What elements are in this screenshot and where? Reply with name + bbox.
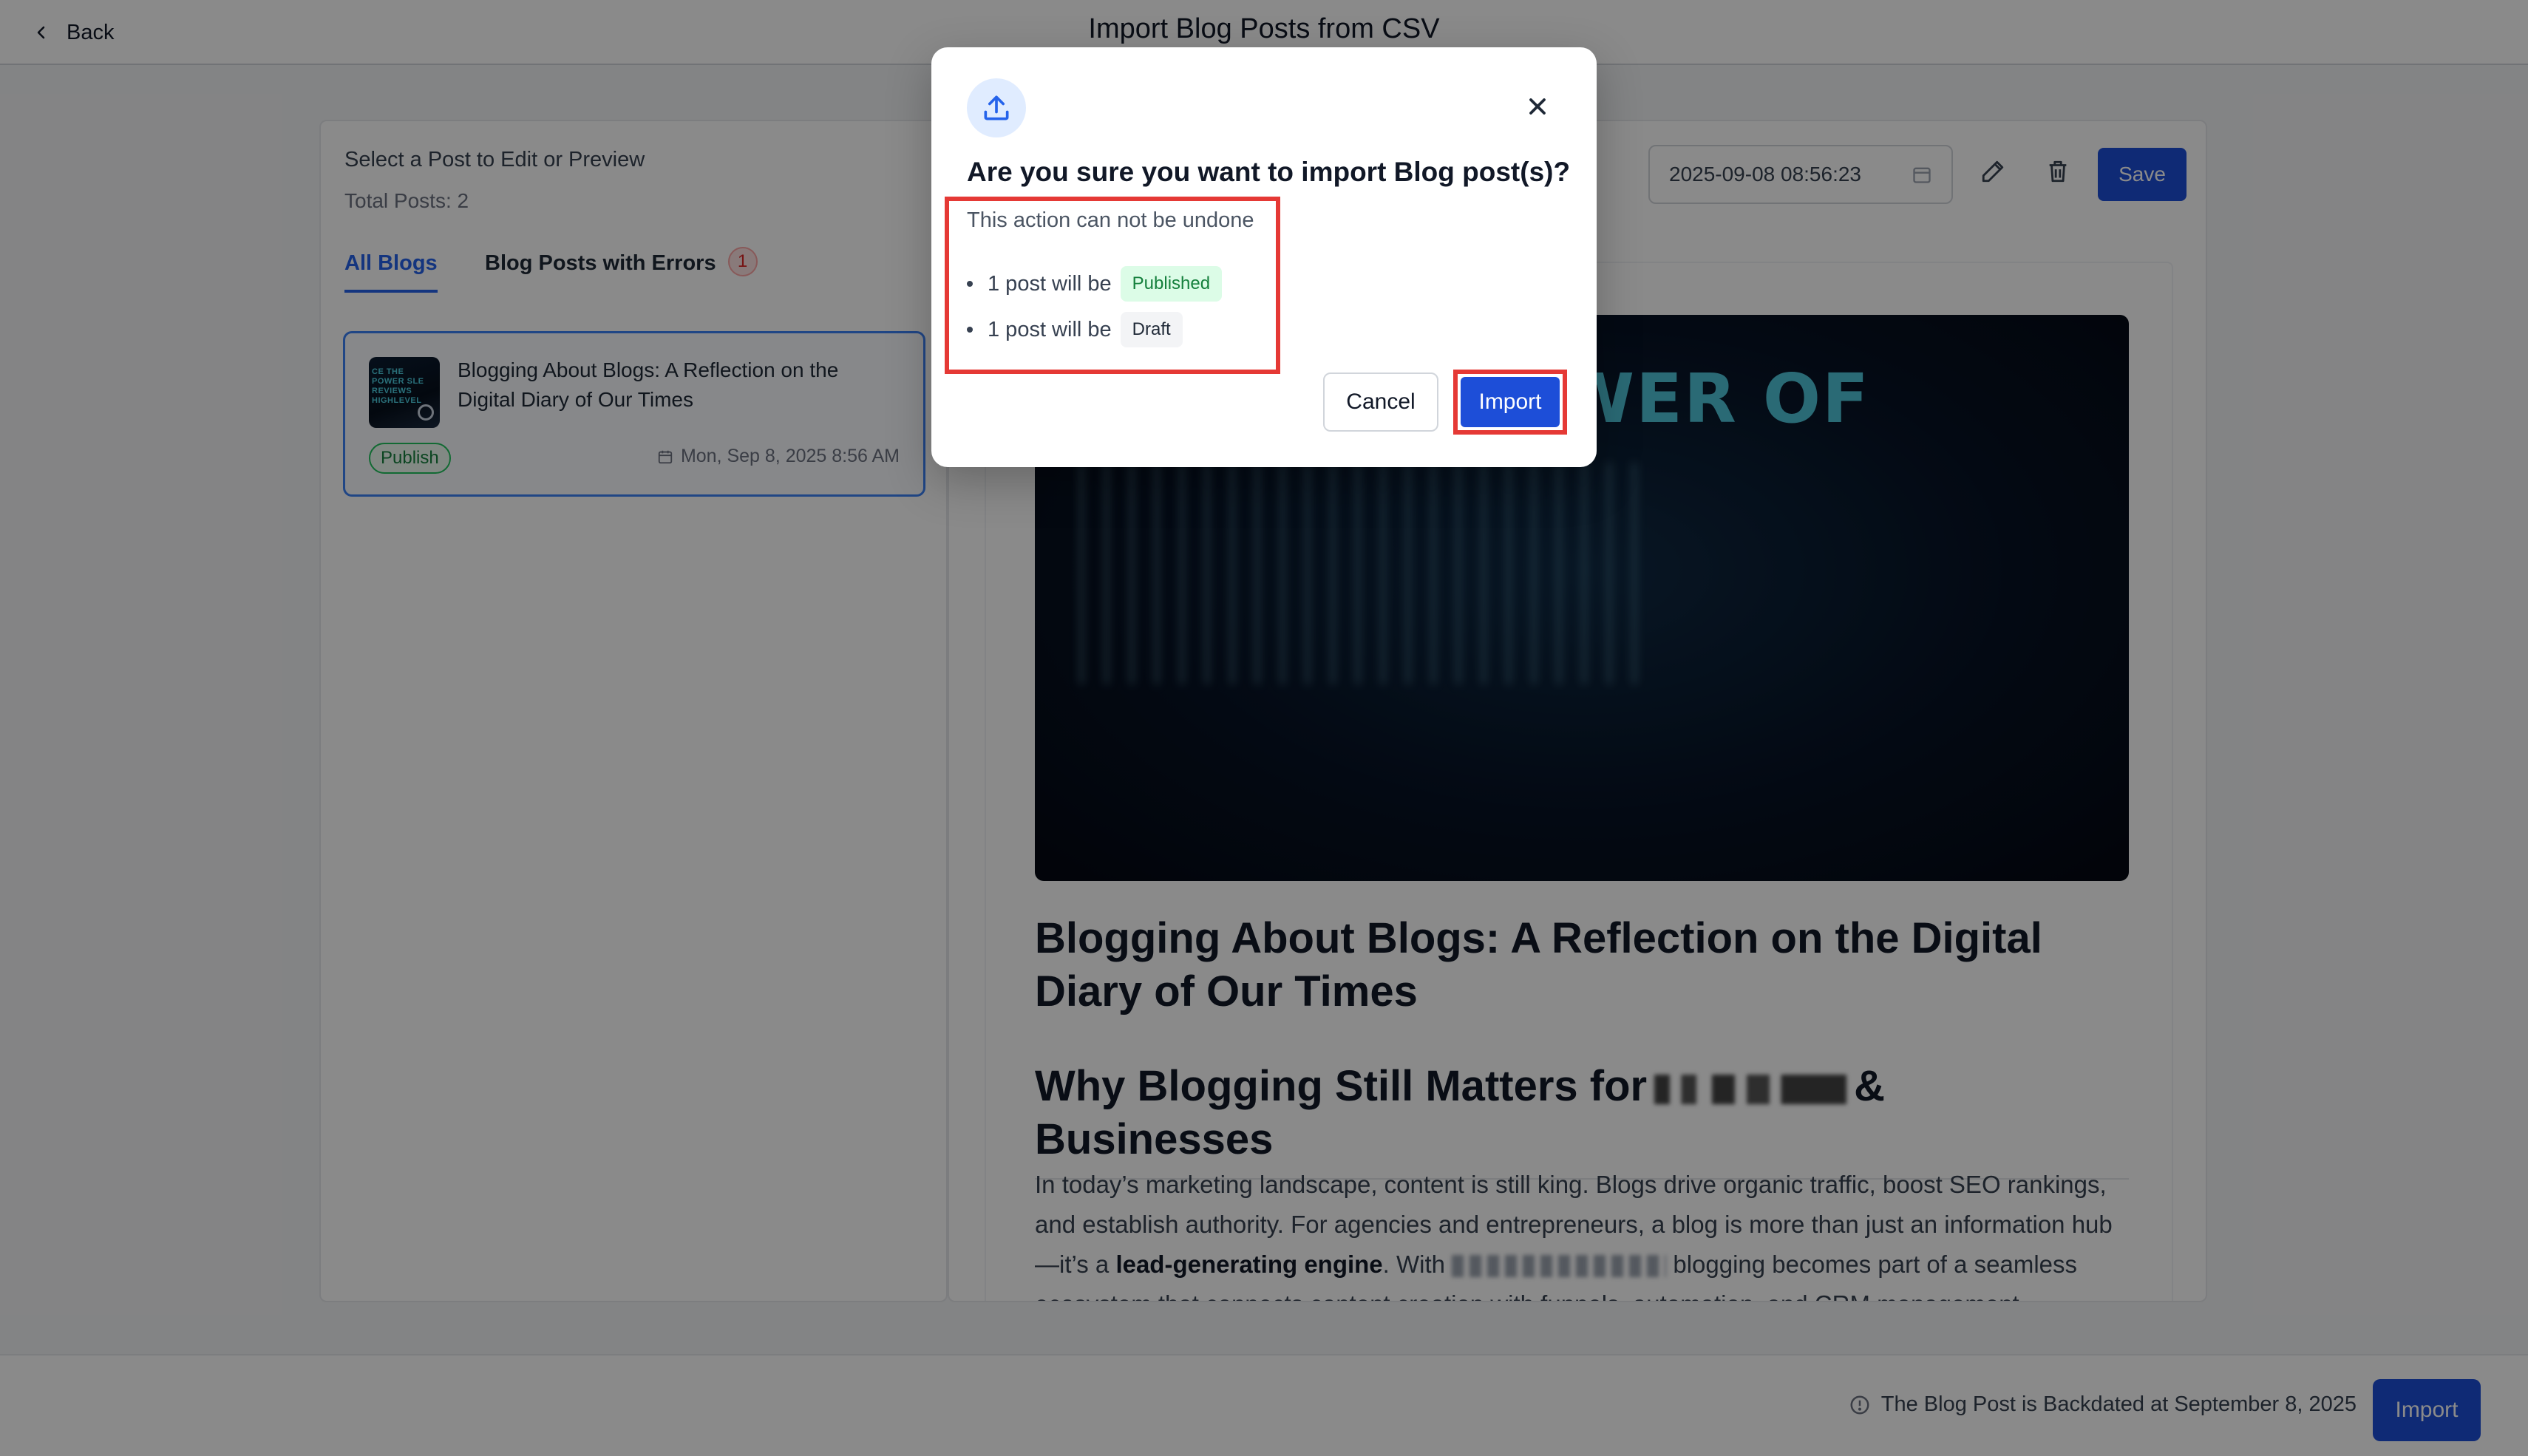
published-badge: Published [1120, 266, 1223, 302]
summary-text: 1 post will be [988, 317, 1112, 341]
close-button[interactable] [1524, 93, 1551, 120]
upload-icon [967, 78, 1026, 137]
dialog-warning: This action can not be undone [967, 208, 1254, 232]
summary-text: 1 post will be [988, 271, 1112, 296]
import-confirm-dialog: Are you sure you want to import Blog pos… [931, 47, 1597, 467]
import-summary-item: 1 post will be Published [967, 266, 1223, 302]
draft-badge: Draft [1120, 312, 1183, 347]
confirm-import-button[interactable]: Import [1461, 377, 1560, 427]
close-icon [1524, 93, 1551, 120]
import-summary-item: 1 post will be Draft [967, 312, 1183, 347]
cancel-button[interactable]: Cancel [1323, 372, 1438, 432]
dialog-title: Are you sure you want to import Blog pos… [967, 157, 1571, 187]
annotation-highlight: Import [1453, 370, 1567, 435]
